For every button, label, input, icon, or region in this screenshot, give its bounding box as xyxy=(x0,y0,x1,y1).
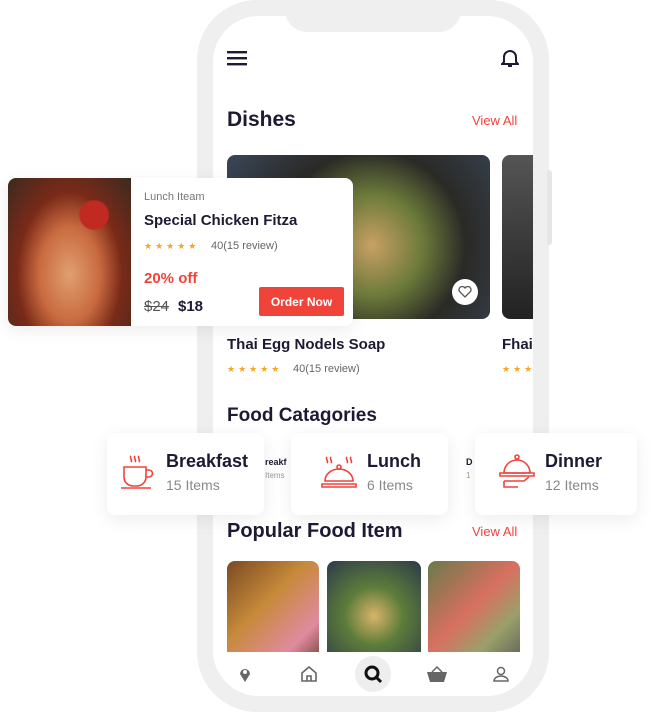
user-icon[interactable] xyxy=(483,656,519,692)
category-card-dinner[interactable]: Dinner 12 Items xyxy=(475,433,637,515)
promo-price: $18 xyxy=(178,298,204,315)
behind-category-count: Items xyxy=(265,471,285,480)
dish-stars-2: ★★★ xyxy=(502,364,533,374)
phone-frame: Dishes View All Thai Egg Nodels Soap ★★★… xyxy=(197,0,549,712)
coffee-cup-icon xyxy=(120,453,156,496)
dish-reviews: 40(15 review) xyxy=(293,363,360,375)
behind-category-count-2: 1 xyxy=(466,471,471,480)
categories-title: Food Catagories xyxy=(227,405,377,426)
bell-icon[interactable] xyxy=(499,48,521,73)
basket-icon[interactable] xyxy=(419,656,455,692)
phone-notch xyxy=(285,0,461,32)
dish-name-2[interactable]: Fhai xyxy=(502,336,533,353)
bottom-nav xyxy=(213,652,533,696)
category-name: Lunch xyxy=(367,451,421,471)
heart-icon[interactable] xyxy=(452,279,478,305)
promo-discount: 20% off xyxy=(144,270,198,287)
location-icon[interactable] xyxy=(227,656,263,692)
dish-stars: ★★★★★ xyxy=(227,364,283,374)
dishes-view-all[interactable]: View All xyxy=(472,113,517,128)
phone-side-button xyxy=(547,170,552,245)
promo-category: Lunch Iteam xyxy=(144,191,205,203)
serving-tray-icon xyxy=(499,453,535,496)
category-count: 12 Items xyxy=(545,477,599,493)
category-name: Dinner xyxy=(545,451,603,471)
search-icon[interactable] xyxy=(355,656,391,692)
category-card-lunch[interactable]: Lunch 6 Items xyxy=(291,433,448,515)
order-now-button[interactable]: Order Now xyxy=(259,287,344,316)
promo-food-image xyxy=(8,178,131,326)
dish-name[interactable]: Thai Egg Nodels Soap xyxy=(227,336,385,353)
dish-image-2[interactable] xyxy=(502,155,533,319)
category-count: 6 Items xyxy=(367,477,413,493)
app-screen: Dishes View All Thai Egg Nodels Soap ★★★… xyxy=(213,16,533,696)
category-card-breakfast[interactable]: Breakfast 15 Items xyxy=(107,433,264,515)
promo-reviews: 40(15 review) xyxy=(211,240,278,252)
cloche-icon xyxy=(321,455,357,494)
hamburger-icon[interactable] xyxy=(227,50,247,71)
behind-category: reakf xyxy=(265,457,287,467)
behind-category-2: D xyxy=(466,457,473,467)
dishes-title: Dishes xyxy=(227,108,296,131)
popular-title: Popular Food Item xyxy=(227,520,403,542)
promo-old-price: $24 xyxy=(144,298,170,315)
promo-card[interactable]: Lunch Iteam Special Chicken Fitza ★★★★★ … xyxy=(8,178,353,326)
promo-name: Special Chicken Fitza xyxy=(144,212,298,229)
category-count: 15 Items xyxy=(166,477,220,493)
category-name: Breakfast xyxy=(166,451,249,471)
promo-stars: ★★★★★ xyxy=(144,241,200,251)
home-icon[interactable] xyxy=(291,656,327,692)
popular-view-all[interactable]: View All xyxy=(472,524,517,539)
